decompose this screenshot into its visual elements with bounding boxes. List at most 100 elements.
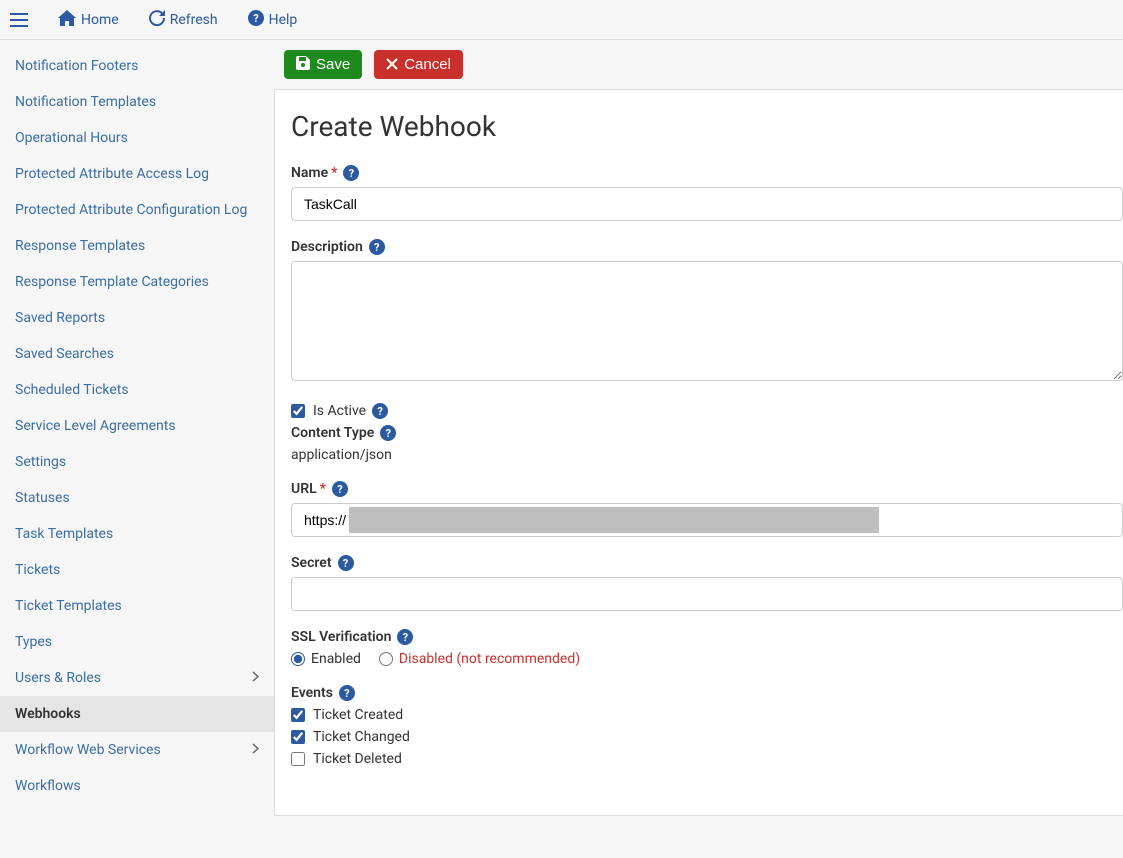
cancel-button[interactable]: Cancel bbox=[374, 50, 463, 79]
ssl-disabled-option[interactable]: Disabled (not recommended) bbox=[379, 651, 580, 667]
sidebar-item-label: Ticket Templates bbox=[15, 598, 122, 614]
event-checkbox[interactable] bbox=[291, 752, 305, 766]
sidebar-item[interactable]: Workflow Web Services bbox=[0, 732, 274, 768]
sidebar-item-label: Webhooks bbox=[15, 706, 81, 722]
sidebar-item[interactable]: Statuses bbox=[0, 480, 274, 516]
help-icon[interactable]: ? bbox=[397, 629, 413, 645]
sidebar-item-label: Saved Reports bbox=[15, 310, 105, 326]
sidebar-item[interactable]: Types bbox=[0, 624, 274, 660]
help-icon[interactable]: ? bbox=[343, 165, 359, 181]
topbar: Home Refresh ? Help bbox=[0, 0, 1123, 40]
event-checkbox[interactable] bbox=[291, 730, 305, 744]
save-icon bbox=[296, 56, 310, 73]
sidebar-item[interactable]: Notification Templates bbox=[0, 84, 274, 120]
sidebar-item[interactable]: Response Templates bbox=[0, 228, 274, 264]
name-input[interactable] bbox=[291, 187, 1123, 221]
sidebar-item-label: Settings bbox=[15, 454, 66, 470]
sidebar-item-label: Service Level Agreements bbox=[15, 418, 176, 434]
nav-help-label: Help bbox=[269, 12, 298, 28]
event-option[interactable]: Ticket Deleted bbox=[291, 751, 1123, 767]
sidebar-item-label: Response Template Categories bbox=[15, 274, 209, 290]
action-bar: Save Cancel bbox=[274, 40, 1123, 89]
url-label: URL* ? bbox=[291, 481, 1123, 497]
ssl-enabled-radio[interactable] bbox=[291, 652, 305, 666]
sidebar-item-label: Notification Templates bbox=[15, 94, 156, 110]
sidebar-item[interactable]: Notification Footers bbox=[0, 48, 274, 84]
ssl-disabled-radio[interactable] bbox=[379, 652, 393, 666]
events-label: Events ? bbox=[291, 685, 1123, 701]
event-label: Ticket Deleted bbox=[313, 751, 402, 767]
save-button[interactable]: Save bbox=[284, 50, 362, 79]
sidebar-item-label: Protected Attribute Access Log bbox=[15, 166, 209, 182]
refresh-icon bbox=[149, 10, 165, 30]
save-button-label: Save bbox=[316, 56, 350, 73]
sidebar-item[interactable]: Ticket Templates bbox=[0, 588, 274, 624]
sidebar-item[interactable]: Webhooks bbox=[0, 696, 274, 732]
event-option[interactable]: Ticket Changed bbox=[291, 729, 1123, 745]
help-icon[interactable]: ? bbox=[380, 425, 396, 441]
chevron-right-icon bbox=[252, 743, 259, 757]
url-redacted bbox=[349, 507, 879, 533]
is-active-label: Is Active bbox=[313, 403, 366, 419]
help-icon: ? bbox=[248, 10, 264, 30]
sidebar-item[interactable]: Service Level Agreements bbox=[0, 408, 274, 444]
home-icon bbox=[58, 10, 76, 30]
sidebar-item[interactable]: Task Templates bbox=[0, 516, 274, 552]
sidebar-item-label: Task Templates bbox=[15, 526, 113, 542]
description-input[interactable] bbox=[291, 261, 1123, 381]
nav-help[interactable]: ? Help bbox=[248, 10, 298, 30]
sidebar-item-label: Workflows bbox=[15, 778, 81, 794]
help-icon[interactable]: ? bbox=[369, 239, 385, 255]
event-option[interactable]: Ticket Created bbox=[291, 707, 1123, 723]
chevron-right-icon bbox=[252, 671, 259, 685]
name-label: Name* ? bbox=[291, 165, 1123, 181]
nav-refresh-label: Refresh bbox=[170, 12, 218, 28]
sidebar-item-label: Workflow Web Services bbox=[15, 742, 161, 758]
sidebar-item[interactable]: Operational Hours bbox=[0, 120, 274, 156]
help-icon[interactable]: ? bbox=[332, 481, 348, 497]
sidebar-item[interactable]: Scheduled Tickets bbox=[0, 372, 274, 408]
close-icon bbox=[386, 57, 398, 73]
help-icon[interactable]: ? bbox=[338, 555, 354, 571]
event-label: Ticket Created bbox=[313, 707, 403, 723]
sidebar-item-label: Protected Attribute Configuration Log bbox=[15, 202, 247, 218]
content-type-value: application/json bbox=[291, 447, 1123, 463]
sidebar-item[interactable]: Workflows bbox=[0, 768, 274, 804]
sidebar-item[interactable]: Users & Roles bbox=[0, 660, 274, 696]
sidebar-item-label: Tickets bbox=[15, 562, 60, 578]
page-title: Create Webhook bbox=[291, 110, 1123, 143]
event-label: Ticket Changed bbox=[313, 729, 410, 745]
help-icon[interactable]: ? bbox=[372, 403, 388, 419]
sidebar-item[interactable]: Tickets bbox=[0, 552, 274, 588]
nav-home[interactable]: Home bbox=[58, 10, 119, 30]
sidebar-item[interactable]: Saved Searches bbox=[0, 336, 274, 372]
sidebar-item-label: Types bbox=[15, 634, 52, 650]
secret-label: Secret ? bbox=[291, 555, 1123, 571]
is-active-checkbox[interactable] bbox=[291, 404, 305, 418]
description-label: Description ? bbox=[291, 239, 1123, 255]
sidebar: Notification Footers Notification Templat… bbox=[0, 40, 274, 858]
main-content: Save Cancel Create Webhook Name* ? bbox=[274, 40, 1123, 858]
sidebar-item[interactable]: Protected Attribute Configuration Log bbox=[0, 192, 274, 228]
event-checkbox[interactable] bbox=[291, 708, 305, 722]
cancel-button-label: Cancel bbox=[404, 56, 451, 73]
secret-input[interactable] bbox=[291, 577, 1123, 611]
sidebar-item-label: Notification Footers bbox=[15, 58, 138, 74]
nav-refresh[interactable]: Refresh bbox=[149, 10, 218, 30]
sidebar-item-label: Statuses bbox=[15, 490, 70, 506]
sidebar-item-label: Operational Hours bbox=[15, 130, 128, 146]
menu-icon[interactable] bbox=[10, 8, 28, 32]
help-icon[interactable]: ? bbox=[339, 685, 355, 701]
sidebar-item-label: Users & Roles bbox=[15, 670, 101, 686]
sidebar-item[interactable]: Protected Attribute Access Log bbox=[0, 156, 274, 192]
sidebar-item-label: Scheduled Tickets bbox=[15, 382, 129, 398]
sidebar-item[interactable]: Response Template Categories bbox=[0, 264, 274, 300]
sidebar-item-label: Saved Searches bbox=[15, 346, 114, 362]
sidebar-item[interactable]: Saved Reports bbox=[0, 300, 274, 336]
content-type-label: Content Type ? bbox=[291, 425, 1123, 441]
ssl-enabled-option[interactable]: Enabled bbox=[291, 651, 361, 667]
svg-text:?: ? bbox=[253, 12, 259, 25]
ssl-label: SSL Verification ? bbox=[291, 629, 1123, 645]
sidebar-item-label: Response Templates bbox=[15, 238, 145, 254]
sidebar-item[interactable]: Settings bbox=[0, 444, 274, 480]
